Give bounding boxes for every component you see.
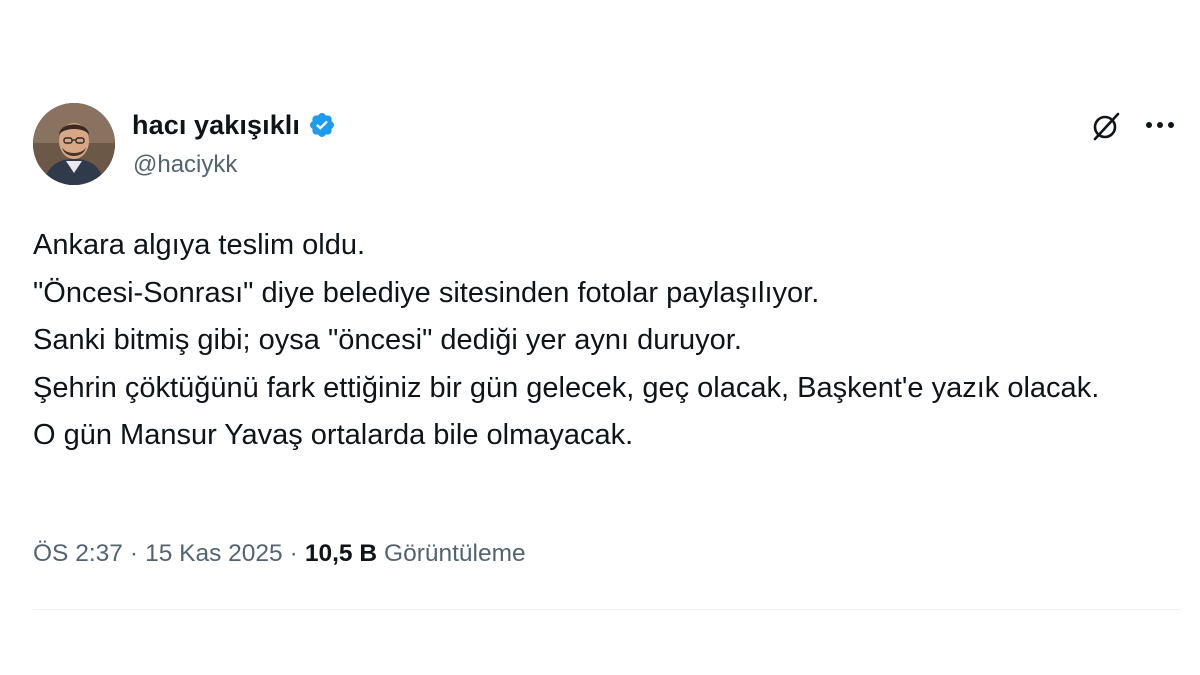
- grok-button[interactable]: [1086, 106, 1126, 146]
- more-options-button[interactable]: [1142, 110, 1178, 140]
- tweet-card: hacı yakışıklı @haciykk Ankara algıya te…: [0, 0, 1200, 675]
- views-label: Görüntüleme: [384, 540, 526, 567]
- meta-separator: ·: [289, 540, 298, 567]
- tweet-line: Şehrin çöktüğünü fark ettiğiniz bir gün …: [33, 371, 1100, 404]
- tweet-meta: ÖS 2:37 · 15 Kas 2025 · 10,5 B Görüntüle…: [33, 540, 526, 568]
- tweet-date[interactable]: 15 Kas 2025: [145, 540, 283, 568]
- tweet-line: Ankara algıya teslim oldu.: [33, 229, 366, 261]
- tweet-text: Ankara algıya teslim oldu. "Öncesi-Sonra…: [33, 222, 1163, 460]
- profile-photo-icon: [33, 103, 115, 185]
- tweet-line: Sanki bitmiş gibi; oysa "öncesi" dediği …: [33, 324, 742, 356]
- more-options-icon: [1146, 122, 1174, 128]
- tweet-line: "Öncesi-Sonrası" diye belediye sitesinde…: [33, 276, 820, 309]
- author-handle[interactable]: @haciykk: [133, 151, 237, 179]
- display-name[interactable]: hacı yakışıklı: [132, 110, 300, 141]
- meta-separator: ·: [129, 540, 139, 567]
- views-count[interactable]: 10,5 B: [305, 540, 377, 568]
- divider: [33, 609, 1180, 610]
- tweet-time[interactable]: ÖS 2:37: [33, 540, 123, 568]
- verified-badge-icon[interactable]: [308, 111, 336, 139]
- tweet-line: O gün Mansur Yavaş ortalarda bile olmaya…: [33, 419, 634, 451]
- grok-icon: [1093, 112, 1120, 141]
- avatar[interactable]: [33, 103, 115, 185]
- author-name-row: hacı yakışıklı: [132, 108, 336, 142]
